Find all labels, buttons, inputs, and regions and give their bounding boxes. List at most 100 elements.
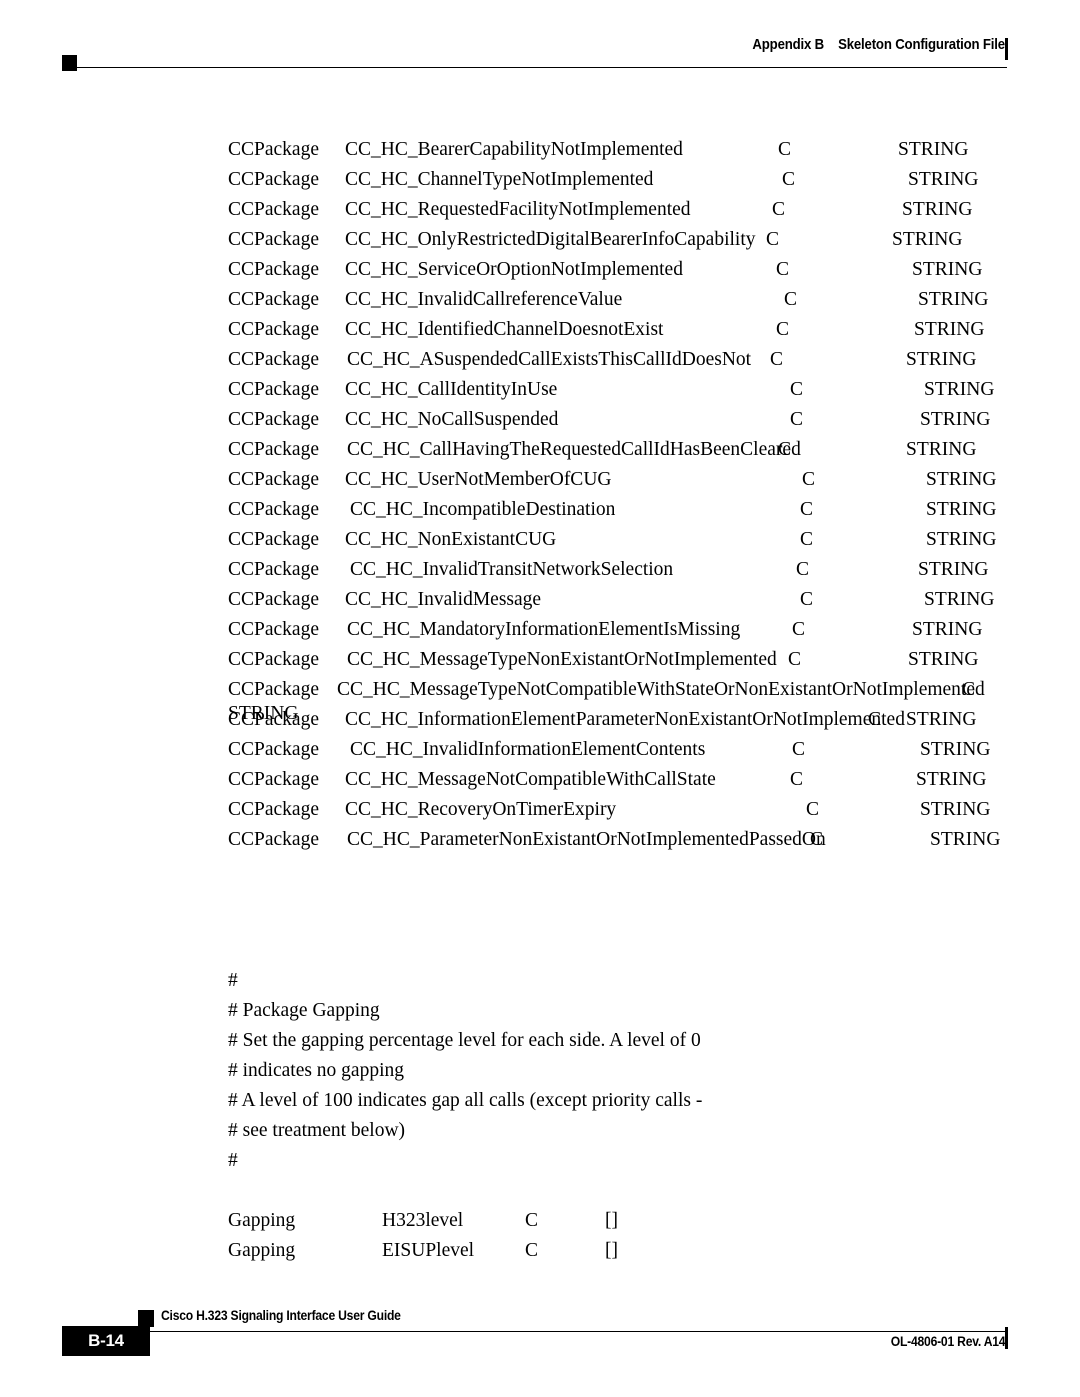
config-row: CCPackage CC_HC_ASuspendedCallExistsThisC… (0, 347, 1080, 377)
cell-parameter-name: CC_HC_MessageTypeNotCompatibleWithStateO… (337, 679, 985, 700)
header-section-title: Skeleton Configuration File (838, 36, 1005, 53)
cell-package: CCPackage (228, 619, 319, 640)
cell-type: STRING (930, 829, 1001, 850)
config-row: CCPackage CC_HC_InvalidMessage C STRING (0, 587, 1080, 617)
cell-package: Gapping (228, 1240, 296, 1261)
cell-parameter-name: CC_HC_MandatoryInformationElementIsMissi… (347, 619, 741, 640)
cell-flag: C (784, 289, 798, 310)
cell-flag: C (962, 679, 976, 700)
cell-parameter-name: CC_HC_InvalidInformationElementContents (350, 739, 706, 760)
config-row: CCPackage CC_HC_RequestedFacilityNotImple… (0, 197, 1080, 227)
comment-line: # (228, 1150, 238, 1171)
cell-type: STRING (920, 409, 991, 430)
cell-parameter-name: CC_HC_RecoveryOnTimerExpiry (345, 799, 617, 820)
config-row: CCPackage CC_HC_MessageTypeNonExistantOrN… (0, 647, 1080, 677)
cell-parameter-name: CC_HC_ParameterNonExistantOrNotImplement… (347, 829, 826, 850)
cell-type: STRING (908, 649, 979, 670)
cell-package: CCPackage (228, 679, 319, 700)
cell-type: STRING (228, 703, 299, 724)
cell-parameter-name: CC_HC_CallIdentityInUse (345, 379, 558, 400)
cell-package: CCPackage (228, 229, 319, 250)
cell-parameter-name: CC_HC_BearerCapabilityNotImplemented (345, 139, 683, 160)
cell-flag: C (776, 319, 790, 340)
cell-flag: C (525, 1240, 539, 1261)
cell-type: STRING (912, 259, 983, 280)
cell-package: CCPackage (228, 799, 319, 820)
header-breadcrumb: Appendix B Skeleton Configuration File (752, 36, 1005, 53)
page-header: Appendix B Skeleton Configuration File (0, 0, 1080, 90)
cell-flag: C (790, 379, 804, 400)
config-row: CCPackage CC_HC_MandatoryInformationEleme… (0, 617, 1080, 647)
cell-flag: C (810, 829, 824, 850)
document-page: Appendix B Skeleton Configuration File CC… (0, 0, 1080, 1397)
cell-package: CCPackage (228, 649, 319, 670)
cell-flag: C (778, 139, 792, 160)
cell-package: CCPackage (228, 439, 319, 460)
cell-package: CCPackage (228, 319, 319, 340)
cell-type: STRING (906, 349, 977, 370)
cell-package: CCPackage (228, 409, 319, 430)
comment-line: # see treatment below) (228, 1120, 406, 1141)
cell-type: STRING (926, 529, 997, 550)
config-row: CCPackage CC_HC_NoCallSuspended C STRING (0, 407, 1080, 437)
cell-type: STRING (912, 619, 983, 640)
cell-flag: C (782, 169, 796, 190)
config-row: CCPackage CC_HC_ParameterNonExistantOrNot… (0, 827, 1080, 857)
cell-type: STRING (918, 559, 989, 580)
cell-flag: C (806, 799, 820, 820)
cell-package: CCPackage (228, 169, 319, 190)
config-row: CCPackage CC_HC_ChannelTypeNotImplemented… (0, 167, 1080, 197)
config-row: CCPackage CC_HC_IncompatibleDestination C S… (0, 497, 1080, 527)
cell-parameter-name: CC_HC_NoCallSuspended (345, 409, 559, 430)
comment-line: # Set the gapping percentage level for e… (228, 1030, 701, 1051)
config-row: CCPackage CC_HC_CallIdentityInUse C STRING (0, 377, 1080, 407)
cell-package: CCPackage (228, 589, 319, 610)
cell-flag: C (776, 259, 790, 280)
config-row: CCPackage CC_HC_IdentifiedChannelDoesnotE… (0, 317, 1080, 347)
config-row: CCPackage CC_HC_InvalidInformationElement… (0, 737, 1080, 767)
cell-parameter-name: CC_HC_MessageNotCompatibleWithCallState (345, 769, 716, 790)
cell-type: STRING (924, 589, 995, 610)
header-rule (62, 67, 1007, 68)
cell-parameter-name: CC_HC_IdentifiedChannelDoesnotExist (345, 319, 664, 340)
config-row: CCPackage CC_HC_InvalidCallreferenceValue… (0, 287, 1080, 317)
cell-parameter-name: EISUPlevel (382, 1240, 475, 1261)
cell-package: CCPackage (228, 559, 319, 580)
cell-flag: C (525, 1210, 539, 1231)
cell-flag: C (800, 529, 814, 550)
cell-type: STRING (892, 229, 963, 250)
cell-type: STRING (898, 139, 969, 160)
cell-flag: C (800, 499, 814, 520)
config-row: CCPackage CC_HC_MessageNotCompatibleWithC… (0, 767, 1080, 797)
cell-package: CCPackage (228, 829, 319, 850)
config-row: CCPackage CC_HC_RecoveryOnTimerExpiry C STR… (0, 797, 1080, 827)
cell-parameter-name: CC_HC_RequestedFacilityNotImplemented (345, 199, 691, 220)
cell-package: CCPackage (228, 529, 319, 550)
footer-document-id: OL-4806-01 Rev. A14 (890, 1334, 1005, 1349)
cell-parameter-name: CC_HC_ChannelTypeNotImplemented (345, 169, 654, 190)
cell-parameter-name: CC_HC_CallHavingTheRequestedCallIdHasBee… (347, 439, 801, 460)
cell-package: CCPackage (228, 739, 319, 760)
cell-parameter-name: H323level (382, 1210, 464, 1231)
cell-type: [] (605, 1210, 618, 1231)
config-row-wrapped-continuation: STRING (0, 701, 1080, 731)
cell-type: STRING (914, 319, 985, 340)
cell-package: CCPackage (228, 259, 319, 280)
config-row: CCPackage CC_HC_InvalidTransitNetworkSele… (0, 557, 1080, 587)
cell-type: STRING (924, 379, 995, 400)
cell-type: STRING (908, 169, 979, 190)
comment-line: # Package Gapping (228, 1000, 380, 1021)
cell-parameter-name: CC_HC_ASuspendedCallExistsThisCallIdDoes… (347, 349, 752, 370)
cell-package: CCPackage (228, 289, 319, 310)
cell-type: STRING (920, 799, 991, 820)
gapping-row: Gapping EISUPlevel C [] (0, 1238, 1080, 1268)
cell-type: STRING (926, 469, 997, 490)
cell-flag: C (766, 229, 780, 250)
cell-flag: C (772, 199, 786, 220)
cell-flag: C (790, 409, 804, 430)
cell-type: STRING (906, 439, 977, 460)
cell-flag: C (790, 769, 804, 790)
gapping-row: Gapping H323level C [] (0, 1208, 1080, 1238)
cell-type: STRING (920, 739, 991, 760)
header-marker-square (62, 55, 77, 71)
